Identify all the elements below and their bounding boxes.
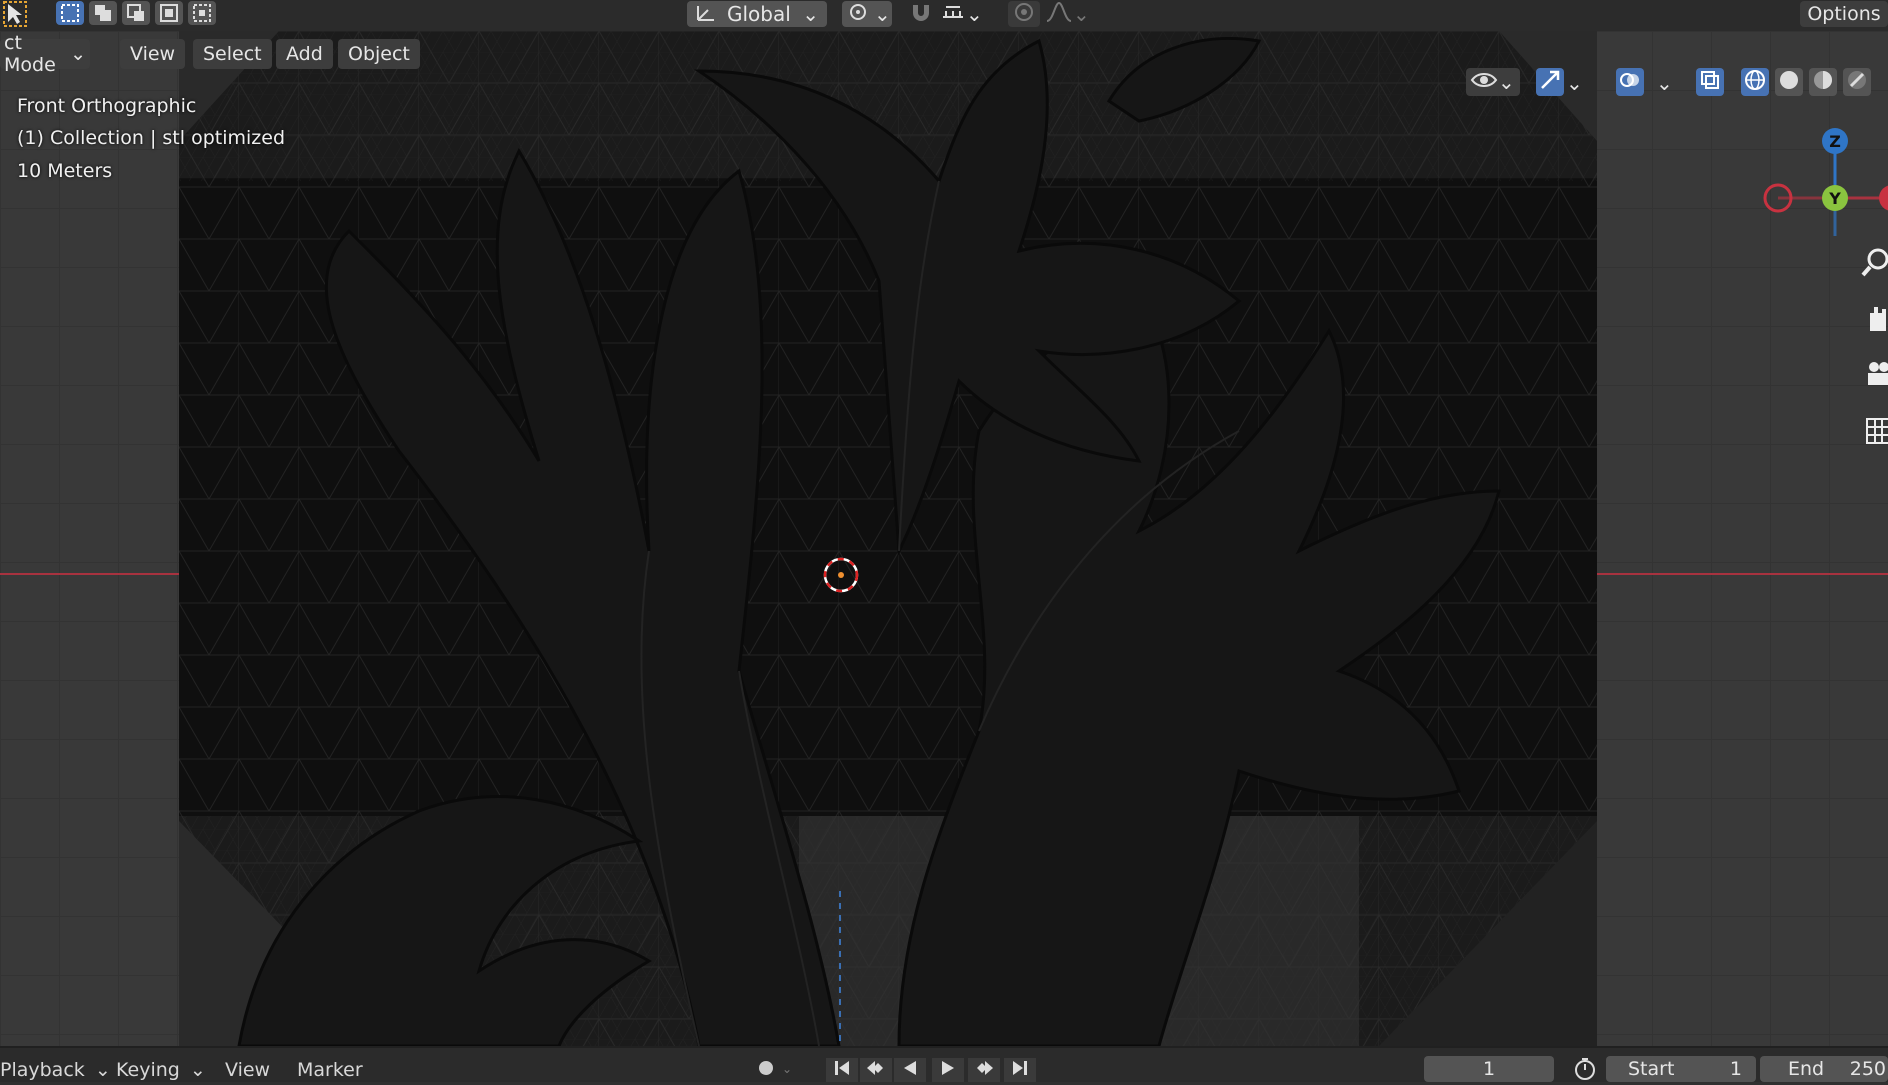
- stopwatch-icon[interactable]: [1572, 1057, 1598, 1081]
- collection-label: (1) Collection | stl optimized: [17, 127, 286, 149]
- jump-start-button[interactable]: [826, 1058, 858, 1082]
- current-frame-value: 1: [1482, 1058, 1496, 1080]
- end-label: End: [1788, 1058, 1825, 1080]
- chevron-down-icon[interactable]: ⌄: [1566, 71, 1583, 95]
- chevron-down-icon: ⌄: [802, 2, 819, 26]
- play-reverse-button[interactable]: [894, 1058, 926, 1082]
- add-menu[interactable]: Add: [276, 39, 333, 69]
- playback-menu[interactable]: Playback ⌄: [0, 1059, 111, 1081]
- mode-label: ct Mode: [4, 32, 56, 76]
- chevron-down-icon[interactable]: ⌄: [1656, 71, 1673, 95]
- options-label: Options: [1807, 3, 1881, 25]
- timeline-view-menu[interactable]: View: [225, 1059, 270, 1081]
- eye-icon: [1470, 70, 1498, 94]
- select-new-icon[interactable]: [56, 1, 84, 25]
- overlays-icon: [1619, 69, 1641, 95]
- marker-label: Marker: [297, 1059, 363, 1081]
- select-menu[interactable]: Select: [193, 39, 272, 69]
- camera-view-icon[interactable]: [1860, 357, 1888, 393]
- chevron-down-icon: ⌄: [189, 1059, 206, 1081]
- keying-menu[interactable]: Keying ⌄: [116, 1059, 206, 1081]
- record-dot-icon: ⌄: [750, 1058, 792, 1082]
- transform-orientation-dropdown[interactable]: Global ⌄: [687, 1, 827, 27]
- chevron-down-icon: ⌄: [70, 43, 86, 65]
- timeline-view-label: View: [225, 1059, 271, 1081]
- gizmo-toggle[interactable]: [1536, 68, 1564, 96]
- object-menu-label: Object: [348, 43, 410, 65]
- orientation-label: Global: [727, 2, 791, 26]
- next-keyframe-icon: [973, 1059, 995, 1081]
- view-menu[interactable]: View: [120, 39, 186, 69]
- gizmo-z-label: Z: [1829, 132, 1841, 151]
- 3d-viewport[interactable]: ct Mode ⌄ View Select Add Object ⌄ ⌄ ⌄ F…: [0, 31, 1888, 1046]
- overlays-toggle[interactable]: [1616, 68, 1644, 96]
- proportional-falloff-dropdown[interactable]: ⌄: [1045, 1, 1095, 27]
- gizmo-arrow-icon: [1539, 69, 1561, 95]
- chevron-down-icon: ⌄: [1073, 2, 1090, 26]
- zoom-magnifier-icon[interactable]: [1860, 245, 1888, 281]
- options-dropdown[interactable]: Options: [1800, 1, 1888, 27]
- proportional-edit-icon: [1014, 2, 1034, 26]
- chevron-down-icon: ⌄: [874, 2, 891, 26]
- select-extend-icon[interactable]: [89, 1, 117, 25]
- view-menu-label: View: [130, 43, 176, 65]
- play-button[interactable]: [932, 1058, 964, 1082]
- x-axis-line: [0, 573, 179, 575]
- select-invert-icon[interactable]: [155, 1, 183, 25]
- visibility-dropdown[interactable]: ⌄: [1466, 68, 1520, 96]
- jump-start-icon: [833, 1059, 851, 1081]
- pivot-point-dropdown[interactable]: ⌄: [842, 1, 892, 27]
- snap-target-dropdown[interactable]: ⌄: [940, 1, 996, 27]
- chevron-down-icon: ⌄: [966, 2, 983, 26]
- view-name-label: Front Orthographic: [17, 95, 197, 117]
- pan-hand-icon[interactable]: [1860, 301, 1888, 337]
- add-menu-label: Add: [286, 43, 323, 65]
- keying-label: Keying: [116, 1059, 180, 1081]
- playback-label: Playback: [0, 1059, 85, 1081]
- z-axis-dashed-line: [839, 891, 841, 1046]
- snap-increment-icon: [940, 1, 966, 27]
- navigation-gizmo[interactable]: Z Y: [1760, 86, 1888, 236]
- prev-keyframe-icon: [865, 1059, 887, 1081]
- select-subtract-icon[interactable]: [122, 1, 150, 25]
- play-reverse-icon: [901, 1059, 919, 1081]
- play-icon: [939, 1059, 957, 1081]
- prev-keyframe-button[interactable]: [860, 1058, 892, 1082]
- ortho-grid-icon[interactable]: [1860, 413, 1888, 449]
- stl-mesh-object[interactable]: [179, 31, 1597, 1046]
- grid-scale-label: 10 Meters: [17, 160, 113, 182]
- ornament-relief: [237, 37, 1501, 1046]
- snap-toggle[interactable]: [905, 1, 937, 27]
- current-frame-field[interactable]: 1: [1424, 1056, 1554, 1082]
- chevron-down-icon: ⌄: [94, 1059, 111, 1081]
- gizmo-y-label: Y: [1828, 189, 1841, 208]
- next-keyframe-button[interactable]: [968, 1058, 1000, 1082]
- xray-icon: [1699, 69, 1721, 95]
- end-frame-field[interactable]: End 250: [1760, 1056, 1888, 1082]
- interaction-mode-dropdown[interactable]: ct Mode ⌄: [0, 32, 90, 76]
- svg-text:⌄: ⌄: [782, 1062, 790, 1076]
- pivot-icon: [848, 2, 872, 26]
- object-menu[interactable]: Object: [338, 39, 420, 69]
- jump-end-icon: [1011, 1059, 1029, 1081]
- start-label: Start: [1628, 1058, 1675, 1080]
- start-frame-field[interactable]: Start 1: [1606, 1056, 1756, 1082]
- falloff-curve-icon: [1045, 1, 1073, 27]
- select-tool-icon[interactable]: [2, 0, 30, 28]
- proportional-edit-toggle[interactable]: [1008, 1, 1040, 27]
- select-menu-label: Select: [203, 43, 262, 65]
- start-value: 1: [1729, 1058, 1742, 1080]
- select-intersect-icon[interactable]: [188, 1, 216, 25]
- orientation-icon: [695, 2, 717, 26]
- 3d-cursor-icon[interactable]: [821, 555, 861, 599]
- magnet-icon: [909, 1, 933, 27]
- jump-end-button[interactable]: [1004, 1058, 1036, 1082]
- x-axis-line: [1597, 573, 1888, 575]
- auto-keying-toggle[interactable]: ⌄: [745, 1058, 795, 1082]
- marker-menu[interactable]: Marker: [297, 1059, 363, 1081]
- chevron-down-icon: ⌄: [1498, 70, 1515, 94]
- tool-header: Global ⌄ ⌄ ⌄ ⌄ Options: [0, 0, 1888, 31]
- end-value: 250: [1849, 1058, 1886, 1080]
- xray-toggle[interactable]: [1696, 68, 1724, 96]
